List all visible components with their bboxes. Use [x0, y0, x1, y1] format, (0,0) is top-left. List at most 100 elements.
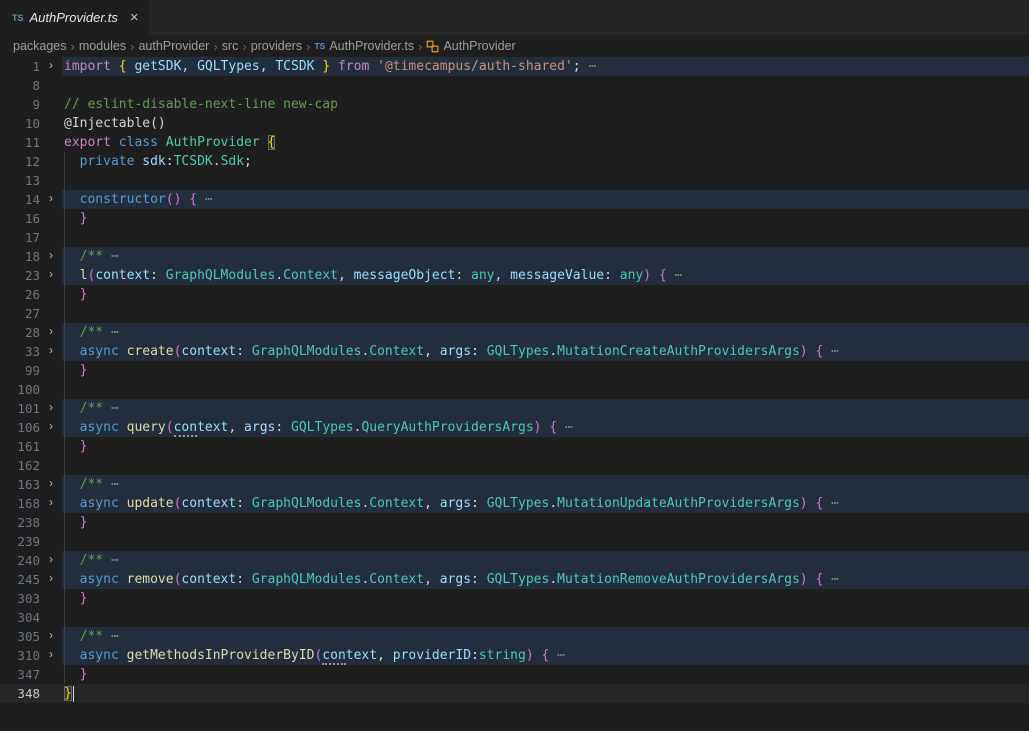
code-line-106[interactable]: 106› async query(context, args: GQLTypes… [0, 418, 1029, 437]
code-content[interactable]: async query(context, args: GQLTypes.Quer… [62, 418, 1029, 437]
code-line-168[interactable]: 168› async update(context: GraphQLModule… [0, 494, 1029, 513]
tab-authprovider[interactable]: TS AuthProvider.ts × [0, 0, 149, 35]
code-line-18[interactable]: 18› /** ⋯ [0, 247, 1029, 266]
folded-ellipsis[interactable]: ⋯ [588, 59, 596, 74]
code-line-240[interactable]: 240› /** ⋯ [0, 551, 1029, 570]
code-content[interactable]: /** ⋯ [62, 323, 1029, 342]
code-line-163[interactable]: 163› /** ⋯ [0, 475, 1029, 494]
code-line-11[interactable]: 11export class AuthProvider { [0, 133, 1029, 152]
code-editor[interactable]: 1›import { getSDK, GQLTypes, TCSDK } fro… [0, 57, 1029, 703]
code-content[interactable]: } [62, 684, 1029, 703]
code-content[interactable]: constructor() { ⋯ [62, 190, 1029, 209]
code-content[interactable] [62, 228, 1029, 247]
folded-ellipsis[interactable]: ⋯ [565, 420, 573, 435]
code-content[interactable]: async getMethodsInProviderByID(context, … [62, 646, 1029, 665]
breadcrumb-item-authprovider[interactable]: authProvider [138, 39, 209, 53]
code-content[interactable]: l(context: GraphQLModules.Context, messa… [62, 266, 1029, 285]
code-line-304[interactable]: 304 [0, 608, 1029, 627]
code-content[interactable]: } [62, 513, 1029, 532]
fold-chevron-icon[interactable]: › [40, 323, 62, 342]
code-content[interactable] [62, 76, 1029, 95]
code-content[interactable] [62, 456, 1029, 475]
code-content[interactable]: export class AuthProvider { [62, 133, 1029, 152]
fold-chevron-icon[interactable]: › [40, 627, 62, 646]
code-line-100[interactable]: 100 [0, 380, 1029, 399]
code-content[interactable]: /** ⋯ [62, 475, 1029, 494]
code-line-348[interactable]: 348} [0, 684, 1029, 703]
code-content[interactable] [62, 171, 1029, 190]
fold-chevron-icon[interactable]: › [40, 57, 62, 76]
fold-chevron-icon[interactable]: › [40, 418, 62, 437]
folded-ellipsis[interactable]: ⋯ [111, 401, 119, 416]
folded-ellipsis[interactable]: ⋯ [675, 268, 683, 283]
fold-chevron-icon[interactable]: › [40, 475, 62, 494]
code-line-13[interactable]: 13 [0, 171, 1029, 190]
code-content[interactable]: private sdk:TCSDK.Sdk; [62, 152, 1029, 171]
code-content[interactable]: // eslint-disable-next-line new-cap [62, 95, 1029, 114]
code-content[interactable]: async create(context: GraphQLModules.Con… [62, 342, 1029, 361]
code-line-10[interactable]: 10@Injectable() [0, 114, 1029, 133]
breadcrumb-item-packages[interactable]: packages [13, 39, 67, 53]
breadcrumb-item-src[interactable]: src [222, 39, 239, 53]
fold-chevron-icon[interactable]: › [40, 494, 62, 513]
folded-ellipsis[interactable]: ⋯ [111, 249, 119, 264]
fold-chevron-icon[interactable]: › [40, 570, 62, 589]
code-content[interactable]: import { getSDK, GQLTypes, TCSDK } from … [62, 57, 1029, 76]
folded-ellipsis[interactable]: ⋯ [831, 572, 839, 587]
code-content[interactable]: } [62, 361, 1029, 380]
code-content[interactable]: /** ⋯ [62, 399, 1029, 418]
code-content[interactable] [62, 304, 1029, 323]
code-line-27[interactable]: 27 [0, 304, 1029, 323]
fold-chevron-icon[interactable]: › [40, 551, 62, 570]
code-content[interactable] [62, 380, 1029, 399]
code-line-245[interactable]: 245› async remove(context: GraphQLModule… [0, 570, 1029, 589]
breadcrumb-item-modules[interactable]: modules [79, 39, 126, 53]
code-line-12[interactable]: 12 private sdk:TCSDK.Sdk; [0, 152, 1029, 171]
folded-ellipsis[interactable]: ⋯ [831, 496, 839, 511]
code-line-26[interactable]: 26 } [0, 285, 1029, 304]
code-line-17[interactable]: 17 [0, 228, 1029, 247]
code-line-14[interactable]: 14› constructor() { ⋯ [0, 190, 1029, 209]
code-content[interactable]: } [62, 209, 1029, 228]
folded-ellipsis[interactable]: ⋯ [205, 192, 213, 207]
code-content[interactable]: } [62, 437, 1029, 456]
folded-ellipsis[interactable]: ⋯ [111, 553, 119, 568]
code-line-303[interactable]: 303 } [0, 589, 1029, 608]
code-line-161[interactable]: 161 } [0, 437, 1029, 456]
code-line-9[interactable]: 9// eslint-disable-next-line new-cap [0, 95, 1029, 114]
fold-chevron-icon[interactable]: › [40, 190, 62, 209]
code-line-8[interactable]: 8 [0, 76, 1029, 95]
code-content[interactable] [62, 608, 1029, 627]
fold-chevron-icon[interactable]: › [40, 399, 62, 418]
breadcrumb-item-authprovider-ts[interactable]: TSAuthProvider.ts [314, 39, 414, 53]
code-content[interactable]: async update(context: GraphQLModules.Con… [62, 494, 1029, 513]
fold-chevron-icon[interactable]: › [40, 646, 62, 665]
code-content[interactable]: async remove(context: GraphQLModules.Con… [62, 570, 1029, 589]
code-line-99[interactable]: 99 } [0, 361, 1029, 380]
folded-ellipsis[interactable]: ⋯ [111, 477, 119, 492]
code-content[interactable]: /** ⋯ [62, 247, 1029, 266]
code-line-310[interactable]: 310› async getMethodsInProviderByID(cont… [0, 646, 1029, 665]
fold-chevron-icon[interactable]: › [40, 247, 62, 266]
code-line-23[interactable]: 23› l(context: GraphQLModules.Context, m… [0, 266, 1029, 285]
folded-ellipsis[interactable]: ⋯ [557, 648, 565, 663]
code-content[interactable]: /** ⋯ [62, 551, 1029, 570]
code-line-101[interactable]: 101› /** ⋯ [0, 399, 1029, 418]
code-line-162[interactable]: 162 [0, 456, 1029, 475]
code-line-28[interactable]: 28› /** ⋯ [0, 323, 1029, 342]
fold-chevron-icon[interactable]: › [40, 266, 62, 285]
code-content[interactable]: } [62, 589, 1029, 608]
code-line-1[interactable]: 1›import { getSDK, GQLTypes, TCSDK } fro… [0, 57, 1029, 76]
code-content[interactable]: @Injectable() [62, 114, 1029, 133]
folded-ellipsis[interactable]: ⋯ [111, 629, 119, 644]
code-content[interactable]: } [62, 285, 1029, 304]
folded-ellipsis[interactable]: ⋯ [111, 325, 119, 340]
folded-ellipsis[interactable]: ⋯ [831, 344, 839, 359]
breadcrumb-item-authprovider[interactable]: AuthProvider [426, 39, 515, 53]
code-content[interactable] [62, 532, 1029, 551]
fold-chevron-icon[interactable]: › [40, 342, 62, 361]
code-line-347[interactable]: 347 } [0, 665, 1029, 684]
code-line-238[interactable]: 238 } [0, 513, 1029, 532]
code-line-33[interactable]: 33› async create(context: GraphQLModules… [0, 342, 1029, 361]
tab-close-icon[interactable]: × [130, 10, 139, 25]
